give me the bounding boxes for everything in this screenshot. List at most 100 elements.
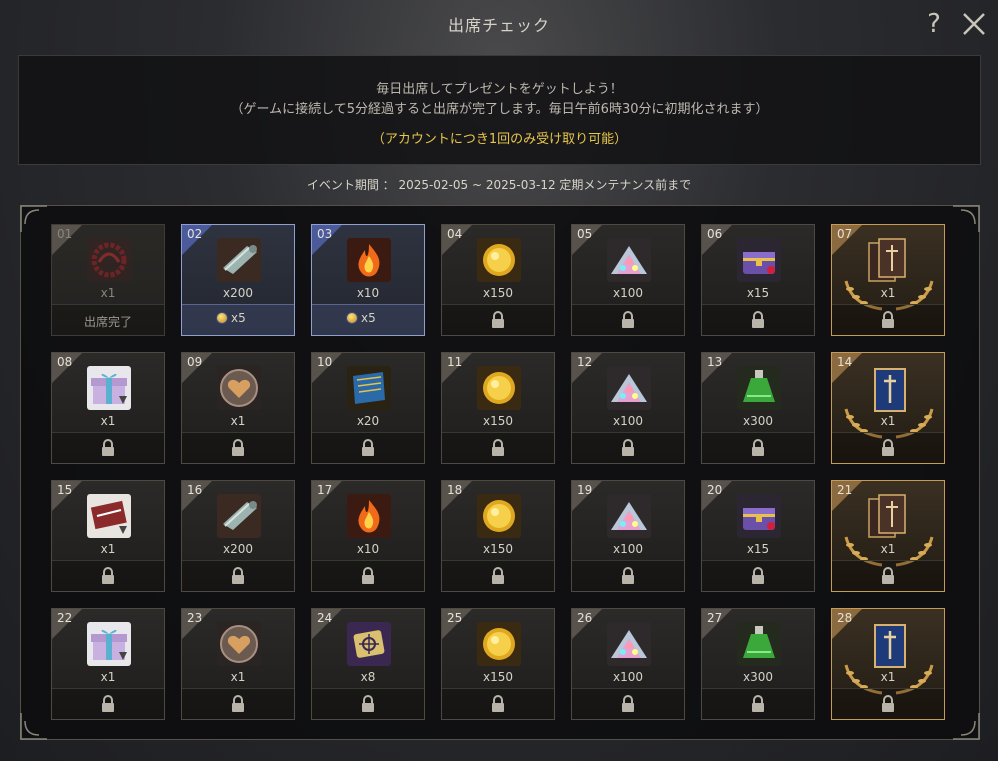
day-number: 09 xyxy=(187,355,203,369)
lock-icon xyxy=(231,439,245,457)
notice-line-1: 毎日出席してプレゼントをゲットしよう！ xyxy=(376,82,623,97)
lock-icon xyxy=(101,439,115,457)
day-cell-05[interactable]: 05 x100 xyxy=(571,224,685,336)
cell-footer xyxy=(312,688,424,719)
day-number: 27 xyxy=(707,611,723,625)
day-cell-17[interactable]: 17 x10 xyxy=(311,480,425,592)
day-cell-07[interactable]: 07 x1 xyxy=(831,224,945,336)
reward-quantity: x1 xyxy=(880,286,896,300)
reward-quantity: x1 xyxy=(880,670,896,684)
reward-quantity: x1 xyxy=(100,414,116,428)
day-cell-09[interactable]: 09 x1 xyxy=(181,352,295,464)
day-number: 08 xyxy=(57,355,73,369)
day-cell-19[interactable]: 19 x100 xyxy=(571,480,685,592)
reward-quantity: x10 xyxy=(356,286,380,300)
cell-footer xyxy=(182,432,294,463)
treasure-chest-icon xyxy=(737,494,781,538)
day-number: 23 xyxy=(187,611,203,625)
reward-quantity: x100 xyxy=(612,286,643,300)
day-cell-13[interactable]: 13 x300 xyxy=(701,352,815,464)
reward-quantity: x150 xyxy=(482,414,513,428)
cell-footer xyxy=(182,688,294,719)
lock-icon xyxy=(491,695,505,713)
day-number: 20 xyxy=(707,483,723,497)
lock-icon xyxy=(621,311,635,329)
lock-icon xyxy=(361,567,375,585)
day-cell-24[interactable]: 24 x8 xyxy=(311,608,425,720)
day-number: 24 xyxy=(317,611,333,625)
reward-quantity: x1 xyxy=(230,414,246,428)
day-cell-01[interactable]: 01 x1 出席完了 xyxy=(51,224,165,336)
cell-footer xyxy=(572,560,684,591)
day-cell-22[interactable]: 22 x1 xyxy=(51,608,165,720)
lock-icon xyxy=(231,567,245,585)
rainbow-crystal-icon xyxy=(607,622,651,666)
day-cell-11[interactable]: 11 x150 xyxy=(441,352,555,464)
cell-footer xyxy=(52,688,164,719)
day-cell-21[interactable]: 21 x1 xyxy=(831,480,945,592)
day-cell-12[interactable]: 12 x100 xyxy=(571,352,685,464)
day-number: 06 xyxy=(707,227,723,241)
cell-footer xyxy=(52,432,164,463)
close-button[interactable] xyxy=(958,8,990,40)
cell-footer xyxy=(702,688,814,719)
cell-footer xyxy=(52,560,164,591)
cell-footer xyxy=(442,432,554,463)
rainbow-crystal-icon xyxy=(607,238,651,282)
reward-quantity: x100 xyxy=(612,542,643,556)
cell-footer xyxy=(442,560,554,591)
reward-quantity: x300 xyxy=(742,414,773,428)
claimed-status: 出席完了 xyxy=(83,315,132,329)
day-cell-23[interactable]: 23 x1 xyxy=(181,608,295,720)
day-cell-27[interactable]: 27 x300 xyxy=(701,608,815,720)
day-cell-10[interactable]: 10 x20 xyxy=(311,352,425,464)
day-number: 10 xyxy=(317,355,333,369)
day-cell-25[interactable]: 25 x150 xyxy=(441,608,555,720)
day-cell-18[interactable]: 18 x150 xyxy=(441,480,555,592)
coin-icon xyxy=(216,312,228,324)
reward-quantity: x1 xyxy=(230,670,246,684)
ornament-corner-icon xyxy=(20,205,47,232)
day-cell-03[interactable]: 03 x10 x5 xyxy=(311,224,425,336)
day-cell-14[interactable]: 14 x1 xyxy=(831,352,945,464)
green-potion-icon xyxy=(737,366,781,410)
day-cell-20[interactable]: 20 x15 xyxy=(701,480,815,592)
lock-icon xyxy=(751,439,765,457)
ticket-icon xyxy=(87,494,131,538)
day-number: 02 xyxy=(187,227,203,241)
flame-icon xyxy=(347,238,391,282)
heart-medal-icon xyxy=(217,366,261,410)
day-cell-06[interactable]: 06 x15 xyxy=(701,224,815,336)
lock-icon xyxy=(881,439,895,457)
reward-quantity: x200 xyxy=(222,542,253,556)
heart-medal-icon xyxy=(217,622,261,666)
day-cell-26[interactable]: 26 x100 xyxy=(571,608,685,720)
reward-quantity: x15 xyxy=(746,542,770,556)
reward-quantity: x150 xyxy=(482,286,513,300)
day-number: 12 xyxy=(577,355,593,369)
bonus-reward: x5 xyxy=(346,311,376,325)
day-cell-02[interactable]: 02 x200 x5 xyxy=(181,224,295,336)
coin-icon xyxy=(346,312,358,324)
day-cell-28[interactable]: 28 x1 xyxy=(831,608,945,720)
day-number: 19 xyxy=(577,483,593,497)
notice-line-2: （ゲームに接続して5分経過すると出席が完了します。毎日午前6時30分に初期化され… xyxy=(230,102,769,117)
ornament-corner-icon xyxy=(953,713,980,740)
attendance-window: 出席チェック ? 毎日出席してプレゼントをゲットしよう！ （ゲームに接続して5分… xyxy=(0,0,998,761)
day-cell-16[interactable]: 16 x200 xyxy=(181,480,295,592)
rune-stone-icon xyxy=(347,622,391,666)
day-cell-04[interactable]: 04 x150 xyxy=(441,224,555,336)
reward-quantity: x1 xyxy=(100,542,116,556)
help-button[interactable]: ? xyxy=(920,8,948,40)
lock-icon xyxy=(491,311,505,329)
reward-quantity: x100 xyxy=(612,414,643,428)
reward-quantity: x150 xyxy=(482,542,513,556)
reward-quantity: x1 xyxy=(100,670,116,684)
bonus-quantity: x5 xyxy=(361,311,376,325)
day-cell-15[interactable]: 15 x1 xyxy=(51,480,165,592)
day-number: 16 xyxy=(187,483,203,497)
reward-quantity: x1 xyxy=(880,414,896,428)
cell-footer xyxy=(832,304,944,335)
reward-quantity: x1 xyxy=(100,286,116,300)
day-cell-08[interactable]: 08 x1 xyxy=(51,352,165,464)
